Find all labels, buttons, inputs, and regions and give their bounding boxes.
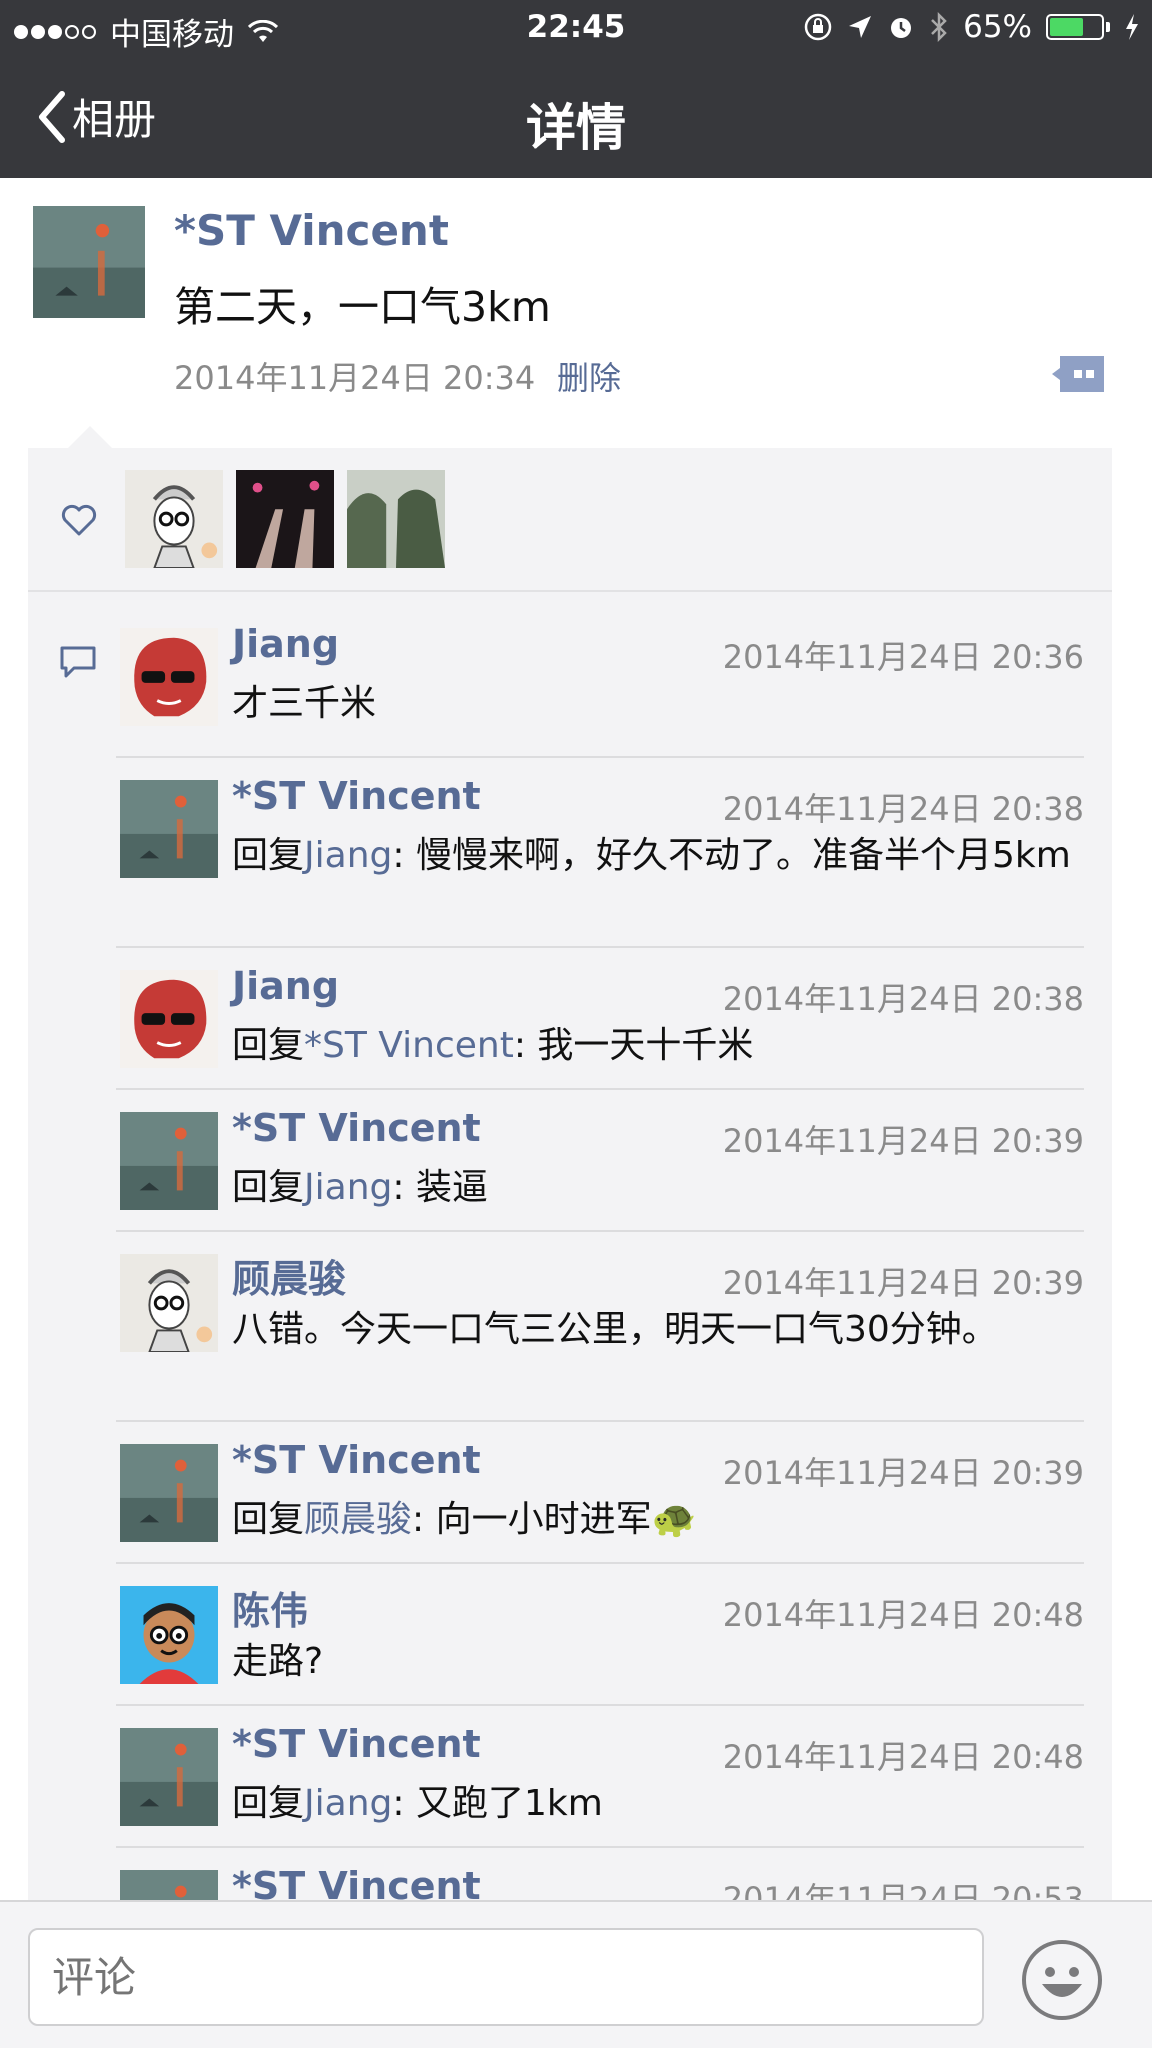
battery-icon: [1046, 14, 1104, 40]
comment-item[interactable]: 陈伟 2014年11月24日 20:48 走路?: [118, 1586, 1084, 1718]
emoji-icon[interactable]: [1020, 1938, 1104, 2022]
comment-timestamp: 2014年11月24日 20:39: [722, 1122, 1084, 1160]
comment-body: 走路?: [232, 1641, 324, 1682]
comment-body: 八错。今天一口气三公里，明天一口气30分钟。: [232, 1309, 998, 1350]
comment-item[interactable]: Jiang 2014年11月24日 20:36 才三千米: [118, 622, 1084, 770]
moment-post: *ST Vincent 第二天，一口气3km 2014年11月24日 20:34…: [0, 178, 1152, 448]
heart-icon: [61, 504, 97, 536]
comment-item[interactable]: *ST Vincent 2014年11月24日 20:38 回复Jiang: 慢慢来…: [118, 774, 1084, 960]
post-text: 第二天，一口气3km: [174, 283, 551, 331]
comment-timestamp: 2014年11月24日 20:39: [722, 1454, 1084, 1492]
commenter-name[interactable]: *ST Vincent: [232, 774, 481, 818]
comment-body: 才三千米: [232, 683, 377, 724]
comment-timestamp: 2014年11月24日 20:48: [722, 1738, 1084, 1776]
liker-avatar[interactable]: [236, 470, 334, 568]
commenter-name[interactable]: Jiang: [232, 964, 339, 1008]
liker-avatar[interactable]: [347, 470, 445, 568]
nav-bar: 相册 详情: [0, 58, 1152, 178]
comment-text: 八错。今天一口气三公里，明天一口气30分钟。: [232, 1306, 1084, 1353]
author-avatar[interactable]: [33, 206, 145, 318]
comment-timestamp: 2014年11月24日 20:38: [722, 790, 1084, 828]
bluetooth-icon: [931, 12, 947, 42]
comment-body: : 向一小时进军: [412, 1499, 652, 1540]
commenter-name[interactable]: 陈伟: [232, 1580, 308, 1635]
status-bar: 中国移动 22:45 65%: [0, 0, 1152, 58]
commenter-avatar[interactable]: [120, 1586, 218, 1684]
commenter-name[interactable]: *ST Vincent: [232, 1438, 481, 1482]
reply-target-name[interactable]: Jiang: [304, 835, 392, 876]
reply-prefix: 回复: [232, 1499, 305, 1540]
commenter-avatar[interactable]: [120, 1728, 218, 1826]
comment-text: 回复Jiang: 又跑了1km: [232, 1780, 1084, 1827]
comment-timestamp: 2014年11月24日 20:36: [722, 638, 1084, 676]
commenter-avatar[interactable]: [120, 1254, 218, 1352]
commenter-avatar[interactable]: [120, 1444, 218, 1542]
reply-target-name[interactable]: Jiang: [304, 1783, 392, 1824]
comment-text: 走路?: [232, 1638, 1084, 1685]
comment-body: : 慢慢来啊，好久不动了。准备半个月5km: [392, 835, 1071, 876]
comment-divider: [116, 1088, 1084, 1090]
comment-bar: [0, 1900, 1152, 2048]
comment-item[interactable]: *ST Vincent 2014年11月24日 20:39 回复Jiang: 装逼: [118, 1106, 1084, 1244]
commenter-name[interactable]: 顾晨骏: [232, 1248, 346, 1303]
page-title: 详情: [526, 99, 626, 157]
post-author-name[interactable]: *ST Vincent: [174, 206, 449, 255]
liker-avatar[interactable]: [125, 470, 223, 568]
reply-target-name[interactable]: Jiang: [304, 1167, 392, 1208]
commenter-avatar[interactable]: [120, 970, 218, 1068]
commenter-avatar[interactable]: [120, 1112, 218, 1210]
commenter-name[interactable]: *ST Vincent: [232, 1722, 481, 1766]
comment-item[interactable]: Jiang 2014年11月24日 20:38 回复*ST Vincent: 我一天…: [118, 964, 1084, 1102]
post-timestamp: 2014年11月24日 20:34: [174, 359, 536, 397]
turtle-emoji-icon: 🐢: [651, 1499, 697, 1540]
comment-input[interactable]: [28, 1928, 984, 2026]
reply-prefix: 回复: [232, 1167, 305, 1208]
charging-icon: [1126, 14, 1138, 40]
rotation-lock-icon: [804, 13, 832, 41]
interaction-panel: Jiang 2014年11月24日 20:36 才三千米 *ST Vincent 201…: [28, 426, 1112, 2048]
comment-text: 回复顾晨骏: 向一小时进军🐢: [232, 1496, 1084, 1543]
battery-percent: 65%: [963, 9, 1032, 45]
comment-body: : 我一天十千米: [513, 1025, 754, 1066]
comment-text: 回复Jiang: 装逼: [232, 1164, 1084, 1211]
commenter-name[interactable]: *ST Vincent: [232, 1106, 481, 1150]
reply-prefix: 回复: [232, 1783, 305, 1824]
comment-divider: [116, 946, 1084, 948]
reply-prefix: 回复: [232, 835, 305, 876]
commenter-name[interactable]: Jiang: [232, 622, 339, 666]
comment-item[interactable]: 顾晨骏 2014年11月24日 20:39 八错。今天一口气三公里，明天一口气30分…: [118, 1254, 1084, 1434]
reply-prefix: 回复: [232, 1025, 305, 1066]
comment-item[interactable]: *ST Vincent 2014年11月24日 20:39 回复顾晨骏: 向一小时进…: [118, 1438, 1084, 1576]
commenter-avatar[interactable]: [120, 780, 218, 878]
more-options-icon[interactable]: [1050, 354, 1106, 394]
comment-text: 回复Jiang: 慢慢来啊，好久不动了。准备半个月5km: [232, 832, 1084, 879]
reply-target-name[interactable]: 顾晨骏: [304, 1499, 412, 1540]
comment-icon: [60, 646, 96, 678]
comment-divider: [116, 1420, 1084, 1422]
comment-text: 回复*ST Vincent: 我一天十千米: [232, 1022, 1084, 1069]
likes-section: [28, 448, 1112, 592]
comment-timestamp: 2014年11月24日 20:38: [722, 980, 1084, 1018]
location-icon: [849, 16, 872, 38]
comment-body: : 装逼: [392, 1167, 488, 1208]
comment-text: 才三千米: [232, 680, 1084, 727]
comment-divider: [116, 1230, 1084, 1232]
comment-timestamp: 2014年11月24日 20:48: [722, 1596, 1084, 1634]
comment-item[interactable]: *ST Vincent 2014年11月24日 20:48 回复Jiang: 又跑了…: [118, 1722, 1084, 1860]
delete-button[interactable]: 删除: [557, 353, 621, 399]
comment-timestamp: 2014年11月24日 20:39: [722, 1264, 1084, 1302]
comment-body: : 又跑了1km: [392, 1783, 603, 1824]
commenter-avatar[interactable]: [120, 628, 218, 726]
reply-target-name[interactable]: *ST Vincent: [304, 1025, 514, 1066]
comment-divider: [116, 1562, 1084, 1564]
comment-divider: [116, 756, 1084, 758]
comment-divider: [116, 1846, 1084, 1848]
alarm-icon: [891, 18, 912, 38]
comment-divider: [116, 1704, 1084, 1706]
